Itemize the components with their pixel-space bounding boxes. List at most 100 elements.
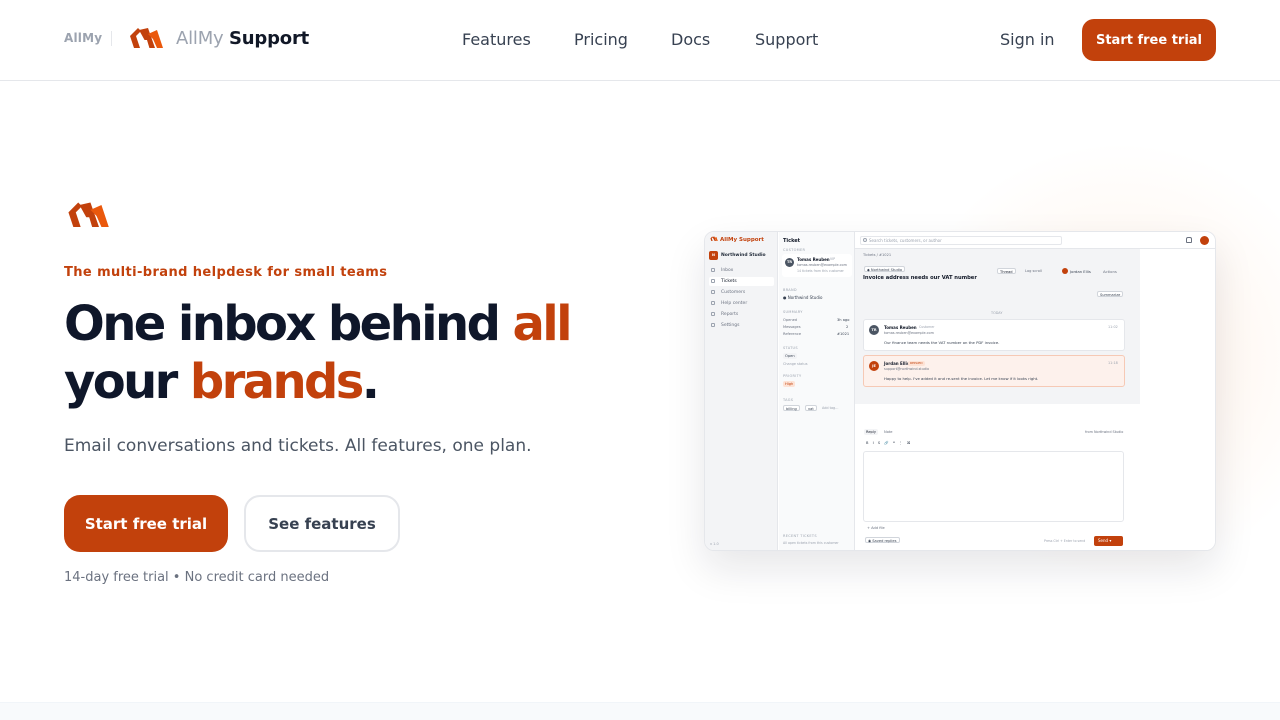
preview-message-time: 11:18 xyxy=(1108,361,1118,365)
preview-org-avatar: N xyxy=(709,251,718,260)
preview-right-pane xyxy=(1140,249,1215,550)
preview-saved-replies-label: Saved replies xyxy=(872,539,897,543)
preview-status-chip: Open xyxy=(783,353,797,359)
preview-message-email: support@northwind.studio xyxy=(884,367,930,371)
preview-customer-card: TR Tomas Reuben VIP tomas.reuben@example… xyxy=(782,254,852,277)
preview-message-author: Jordan Ellis xyxy=(884,361,910,366)
preview-reply-tab: Reply xyxy=(864,429,878,435)
preview-customer-name: Tomas Reuben xyxy=(797,257,830,262)
preview-message-email: tomas.reuben@example.com xyxy=(884,331,934,335)
brand-name[interactable]: AllMy Support xyxy=(176,28,309,49)
preview-nav-settings: Settings xyxy=(709,321,774,330)
preview-message-body: Our finance team needs the VAT number on… xyxy=(884,340,1000,345)
preview-nav-reports: Reports xyxy=(709,310,774,319)
chart-icon xyxy=(711,312,715,316)
preview-status-note: Change status xyxy=(783,362,808,366)
preview-tag: vat xyxy=(805,405,817,411)
preview-summary-label: SUMMARY xyxy=(783,310,803,314)
preview-priority-chip: High xyxy=(783,381,796,387)
preview-nav-label: Tickets xyxy=(721,279,737,284)
preview-summary-value: 3h ago xyxy=(837,318,850,322)
preview-nav-label: Customers xyxy=(721,290,746,295)
preview-customer-email: tomas.reuben@example.com xyxy=(797,263,847,267)
preview-message-avatar: JE xyxy=(869,361,879,371)
preview-app-name: AllMy Support xyxy=(720,237,764,243)
preview-send-hint: Press Ctrl + Enter to send xyxy=(1044,539,1086,543)
preview-org-switcher: N Northwind Studio xyxy=(709,251,774,261)
preview-version: v 1.0 xyxy=(710,542,719,546)
app-preview: AllMy Support N Northwind Studio Inbox T… xyxy=(704,231,1216,551)
brand-small-label[interactable]: AllMy xyxy=(64,31,102,45)
brand-divider xyxy=(111,31,112,46)
inbox-icon xyxy=(711,268,715,272)
preview-nav-tickets: Tickets xyxy=(709,277,774,286)
shortcut-icon: ⌘ xyxy=(906,441,911,445)
preview-brand-chip-label: Northwind Studio xyxy=(870,268,903,272)
preview-message-avatar: TR xyxy=(869,325,879,335)
preview-add-file: + Add file xyxy=(867,526,885,530)
preview-message-tag: REPLIED xyxy=(908,361,925,366)
preview-user-avatar xyxy=(1200,236,1209,245)
preview-topbar: Search tickets, customers, or author xyxy=(855,232,1215,249)
hero-headline: One inbox behind all your brands. xyxy=(64,295,624,411)
hero-start-trial-button[interactable]: Start free trial xyxy=(64,495,228,552)
preview-status-label: STATUS xyxy=(783,346,798,350)
nav-pricing-link[interactable]: Pricing xyxy=(574,30,628,49)
preview-saved-replies: ◉ Saved replies xyxy=(865,537,900,543)
more-icon: ⋮ xyxy=(899,441,903,445)
preview-detail-title: Ticket xyxy=(783,238,801,244)
preview-assignee-avatar xyxy=(1062,268,1068,274)
see-features-button[interactable]: See features xyxy=(244,495,400,552)
preview-date-divider: TODAY xyxy=(991,311,1003,315)
preview-brand-name: Northwind Studio xyxy=(787,295,823,300)
trial-fineprint: 14-day free trial • No credit card neede… xyxy=(64,570,330,585)
preview-ticket-subject: Invoice address needs our VAT number xyxy=(863,275,977,281)
brand-logo-icon[interactable] xyxy=(128,26,164,52)
preview-tag: billing xyxy=(783,405,800,411)
preview-message-author: Tomas Reuben xyxy=(884,325,917,330)
preview-assignee: Jordan Ellis xyxy=(1070,269,1091,274)
preview-org-name: Northwind Studio xyxy=(721,253,766,258)
header-start-trial-button[interactable]: Start free trial xyxy=(1082,19,1216,61)
nav-docs-link[interactable]: Docs xyxy=(671,30,710,49)
preview-tags-label: TAGS xyxy=(783,398,794,402)
preview-nav-help-center: Help center xyxy=(709,299,774,308)
preview-logo-icon xyxy=(710,236,718,241)
hero-logo-icon xyxy=(68,202,109,230)
preview-customer-label: CUSTOMER xyxy=(783,248,806,252)
preview-editor-toolbar: B I S 🔗 ❝ ⋮ ⌘ xyxy=(866,441,910,445)
preview-recent-label: RECENT TICKETS xyxy=(783,534,817,538)
book-icon xyxy=(711,301,715,305)
signin-link[interactable]: Sign in xyxy=(1000,30,1055,49)
preview-ticket-detail: Ticket CUSTOMER TR Tomas Reuben VIP toma… xyxy=(779,232,855,550)
preview-brand-label: BRAND xyxy=(783,288,797,292)
preview-tag-input: Add tag... xyxy=(822,406,839,410)
headline-accent-brands: brands xyxy=(189,354,365,410)
headline-period: . xyxy=(361,354,380,410)
users-icon xyxy=(711,290,715,294)
preview-reply-textarea xyxy=(863,451,1124,522)
italic-icon: I xyxy=(872,441,874,445)
bold-icon: B xyxy=(866,441,869,445)
preview-view-tab-active: Thread xyxy=(997,268,1016,274)
preview-summary-value: #1021 xyxy=(837,332,850,336)
strike-icon: S xyxy=(877,441,881,445)
preview-view-tab: Log scroll xyxy=(1025,269,1043,273)
preview-message-tag: Customer xyxy=(919,325,935,329)
preview-summary-value: 2 xyxy=(846,325,849,329)
headline-part2: your xyxy=(64,354,190,410)
nav-features-link[interactable]: Features xyxy=(462,30,531,49)
preview-message-time: 11:02 xyxy=(1108,325,1118,329)
preview-brand: ● Northwind Studio xyxy=(783,295,823,300)
hero-eyebrow: The multi-brand helpdesk for small teams xyxy=(64,265,388,280)
preview-nav-inbox: Inbox xyxy=(709,266,774,275)
preview-nav-label: Inbox xyxy=(721,268,734,273)
nav-support-link[interactable]: Support xyxy=(755,30,818,49)
preview-bell-icon xyxy=(1186,237,1192,243)
headline-accent-all: all xyxy=(512,296,572,352)
preview-nav-label: Reports xyxy=(721,312,739,317)
preview-customer-note: 14 tickets from this customer xyxy=(797,269,844,273)
preview-message-body: Happy to help. I've added it and re-sent… xyxy=(884,376,1039,381)
preview-reply-from: from Northwind Studio xyxy=(1085,430,1124,434)
hero-subhead: Email conversations and tickets. All fea… xyxy=(64,436,532,456)
